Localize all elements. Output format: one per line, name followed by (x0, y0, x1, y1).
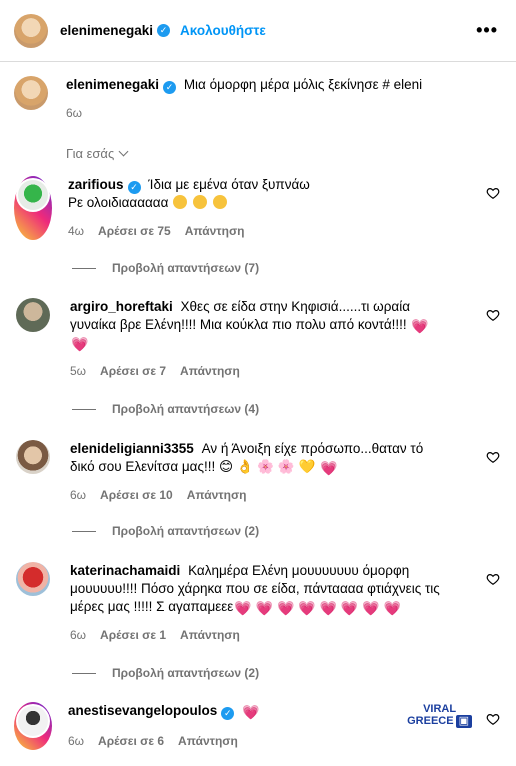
author-username[interactable]: elenimenegaki (60, 23, 153, 38)
heart-outline-icon[interactable] (486, 186, 500, 200)
view-replies-button[interactable]: Προβολή απαντήσεων (4) (72, 402, 259, 416)
laughing-emoji-icon (192, 195, 207, 209)
commenter-avatar[interactable] (16, 298, 50, 332)
commenter-username[interactable]: anestisevangelopoulos (68, 703, 217, 718)
comment-filter-dropdown[interactable]: Για εσάς (66, 146, 129, 161)
replies-divider (72, 408, 96, 410)
likes-count[interactable]: Αρέσει σε 7 (100, 364, 166, 378)
caption-time: 6ω (66, 106, 83, 120)
tv-icon: ▣ (455, 715, 472, 728)
commenter-username[interactable]: argiro_horeftaki (70, 299, 173, 314)
reply-button[interactable]: Απάντηση (187, 488, 247, 502)
story-ring[interactable] (14, 702, 52, 750)
filter-label: Για εσάς (66, 146, 115, 161)
verified-badge-icon: ✓ (221, 707, 235, 720)
comment-time: 6ω (70, 628, 87, 642)
likes-count[interactable]: Αρέσει σε 75 (98, 224, 171, 238)
reply-button[interactable]: Απάντηση (185, 224, 245, 238)
comment-text: 💗 (242, 704, 260, 720)
heart-outline-icon[interactable] (486, 572, 500, 586)
verified-badge-icon: ✓ (157, 24, 171, 37)
verified-badge-icon: ✓ (163, 81, 177, 94)
replies-divider (72, 530, 96, 532)
view-replies-button[interactable]: Προβολή απαντήσεων (2) (72, 524, 259, 538)
comment-item: zarifious ✓ Ίδια με εμένα όταν ξυπνάω Ρε ο… (14, 176, 504, 240)
chevron-down-icon (118, 146, 129, 157)
view-replies-label: Προβολή απαντήσεων (2) (112, 524, 260, 538)
commenter-avatar (18, 706, 48, 736)
commenter-avatar (18, 180, 48, 210)
caption-avatar[interactable] (14, 76, 48, 110)
comment-time: 6ω (68, 734, 85, 748)
caption-username[interactable]: elenimenegaki (66, 77, 159, 92)
view-replies-label: Προβολή απαντήσεων (7) (112, 261, 260, 275)
heart-outline-icon[interactable] (486, 450, 500, 464)
viral-greece-watermark: VIRAL GREECE ▣ (407, 704, 472, 728)
commenter-username[interactable]: elenideligianni3355 (70, 441, 194, 456)
more-dots-icon[interactable]: ••• (476, 20, 498, 41)
watermark-line2: GREECE (407, 715, 454, 727)
view-replies-label: Προβολή απαντήσεων (4) (112, 402, 260, 416)
verified-badge-icon: ✓ (127, 181, 141, 194)
laughing-emoji-icon (212, 195, 227, 209)
post-caption: elenimenegaki ✓ Μια όμορφη μέρα μόλις ξεκ… (14, 76, 504, 122)
commenter-username[interactable]: katerinachamaidi (70, 563, 180, 578)
caption-text: Μια όμορφη μέρα μόλις ξεκίνησε # eleni (183, 77, 423, 92)
follow-button[interactable]: Ακολουθήστε (180, 23, 266, 38)
view-replies-button[interactable]: Προβολή απαντήσεων (2) (72, 666, 259, 680)
reply-button[interactable]: Απάντηση (180, 628, 240, 642)
author-avatar[interactable] (14, 13, 48, 48)
comment-time: 6ω (70, 488, 87, 502)
likes-count[interactable]: Αρέσει σε 6 (98, 734, 164, 748)
heart-outline-icon[interactable] (486, 308, 500, 322)
replies-divider (72, 267, 96, 269)
post-header: elenimenegaki ✓ Ακολουθήστε ••• (0, 0, 516, 62)
heart-outline-icon[interactable] (486, 712, 500, 726)
view-replies-label: Προβολή απαντήσεων (2) (112, 666, 260, 680)
watermark-line1: VIRAL (423, 703, 457, 715)
commenter-avatar[interactable] (16, 440, 50, 474)
comment-item: argiro_horeftaki Χθες σε είδα στην Κηφισ… (14, 298, 504, 380)
comment-time: 4ω (68, 224, 85, 238)
story-ring[interactable] (14, 176, 52, 240)
comment-time: 5ω (70, 364, 87, 378)
commenter-avatar[interactable] (16, 562, 50, 596)
commenter-username[interactable]: zarifious (68, 177, 124, 192)
replies-divider (72, 672, 96, 674)
view-replies-button[interactable]: Προβολή απαντήσεων (7) (72, 261, 259, 275)
comment-item: katerinachamaidi Καλημέρα Ελένη μουυυυυυ… (14, 562, 504, 644)
laughing-emoji-icon (173, 195, 188, 209)
reply-button[interactable]: Απάντηση (178, 734, 238, 748)
likes-count[interactable]: Αρέσει σε 1 (100, 628, 166, 642)
likes-count[interactable]: Αρέσει σε 10 (100, 488, 173, 502)
reply-button[interactable]: Απάντηση (180, 364, 240, 378)
comment-item: elenideligianni3355 Αν ή Άνοιξη είχε πρό… (14, 440, 504, 504)
